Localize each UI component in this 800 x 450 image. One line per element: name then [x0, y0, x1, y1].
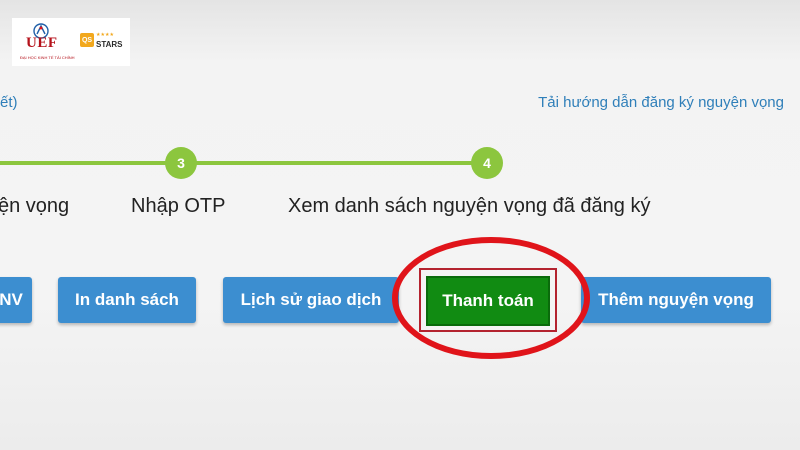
- step-3-number: 3: [165, 147, 197, 179]
- uef-wordmark: UEF: [26, 35, 58, 51]
- uef-subtitle: ĐẠI HỌC KINH TẾ TÀI CHÍNH: [20, 55, 75, 60]
- header-left-fragment: ết): [0, 94, 18, 111]
- pay-button[interactable]: Thanh toán: [426, 276, 550, 326]
- step-connector: [196, 161, 474, 165]
- transaction-history-button[interactable]: Lịch sử giao dịch: [223, 277, 399, 323]
- step-2-label: ện vọng: [0, 195, 70, 217]
- brand-logo: UEF ĐẠI HỌC KINH TẾ TÀI CHÍNH QS ★★★★ ST…: [12, 18, 130, 66]
- add-wish-button[interactable]: Thêm nguyện vọng: [581, 277, 771, 323]
- qs-stars-label: ★★★★ STARS: [96, 31, 123, 49]
- step-3-label: Nhập OTP: [131, 195, 226, 217]
- print-list-button[interactable]: In danh sách: [58, 277, 196, 323]
- qs-stars-text: STARS: [96, 40, 123, 49]
- guide-download-link[interactable]: Tải hướng dẫn đăng ký nguyện vọng: [538, 94, 784, 111]
- qs-stars-rating: ★★★★: [96, 32, 114, 38]
- qs-badge-icon: QS: [80, 33, 94, 47]
- step-connector: [0, 161, 166, 165]
- step-4-label: Xem danh sách nguyện vọng đã đăng ký: [288, 195, 651, 217]
- nv-button[interactable]: NV: [0, 277, 32, 323]
- step-4-number: 4: [471, 147, 503, 179]
- page: UEF ĐẠI HỌC KINH TẾ TÀI CHÍNH QS ★★★★ ST…: [0, 0, 800, 450]
